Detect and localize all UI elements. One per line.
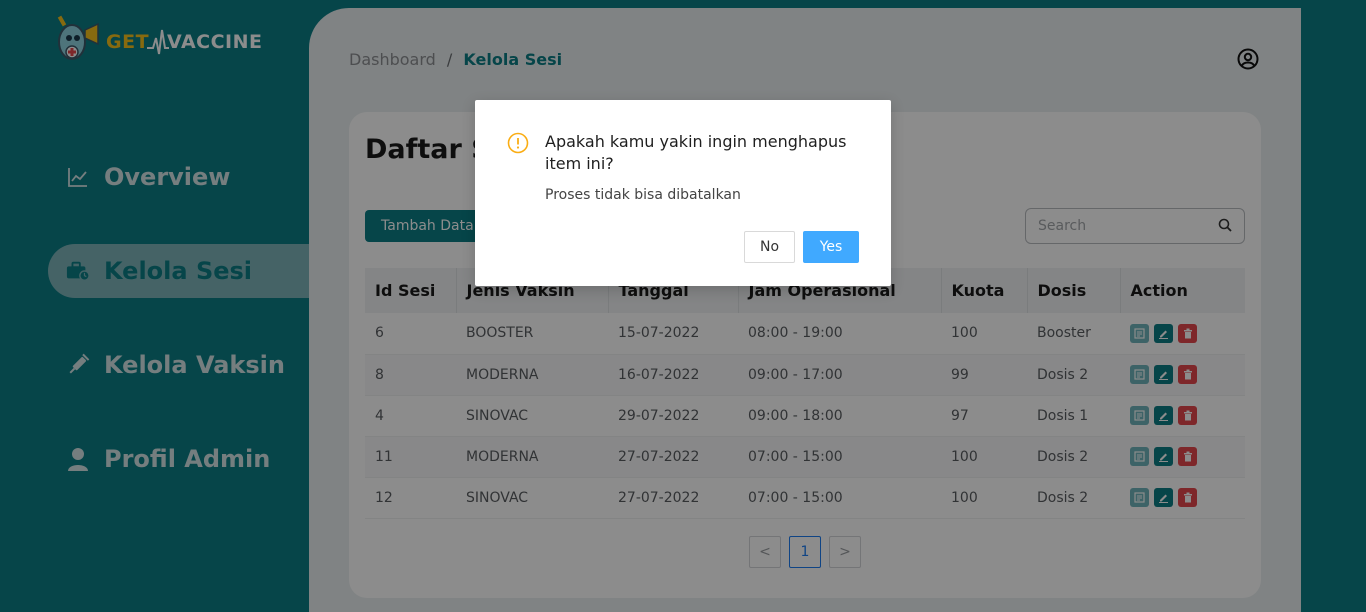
confirm-delete-dialog: Apakah kamu yakin ingin menghapus item i… [475,100,891,286]
warning-circle-icon [507,132,529,154]
dialog-description: Proses tidak bisa dibatalkan [545,187,741,203]
yes-button[interactable]: Yes [803,231,859,263]
modal-overlay[interactable] [0,0,1366,612]
no-button[interactable]: No [744,231,795,263]
dialog-title: Apakah kamu yakin ingin menghapus item i… [545,132,847,173]
